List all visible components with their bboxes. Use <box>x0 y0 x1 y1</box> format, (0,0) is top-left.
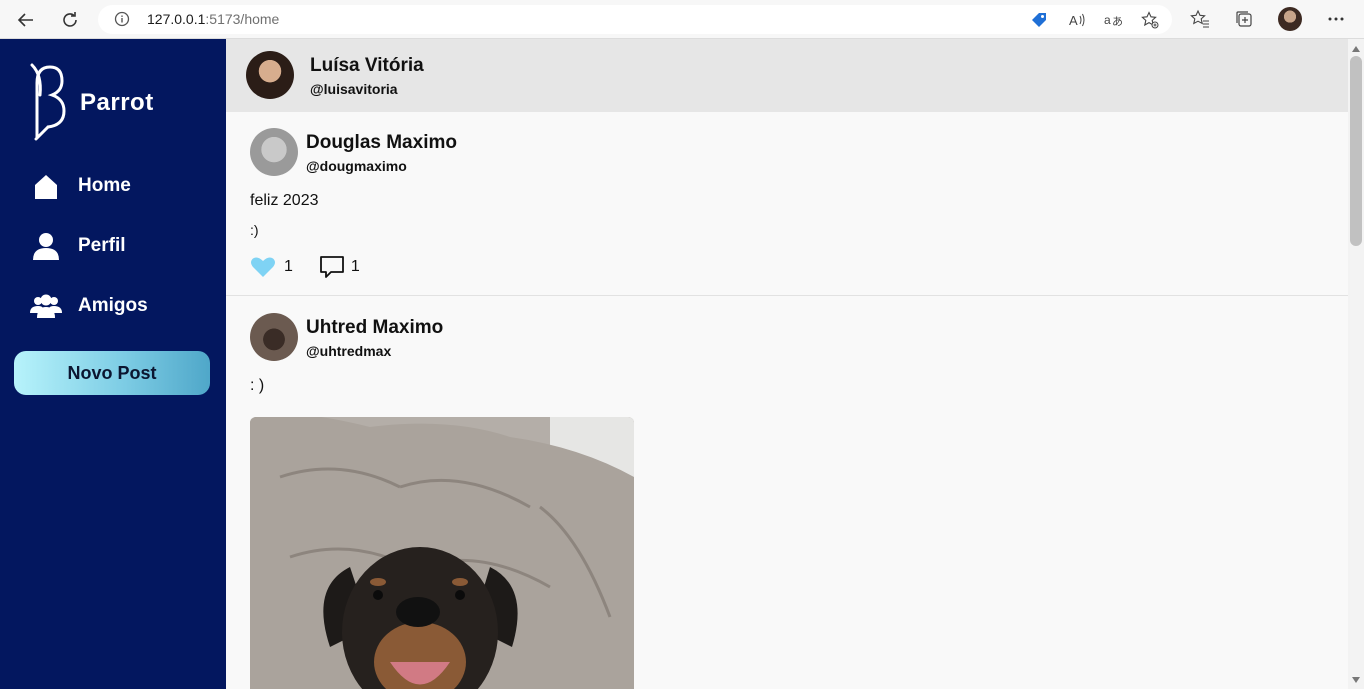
collections-icon[interactable] <box>1234 9 1254 29</box>
add-favorite-icon[interactable] <box>1141 11 1159 29</box>
current-user-handle: @luisavitoria <box>310 81 398 97</box>
address-bar[interactable]: 127.0.0.1:5173/home A aあ <box>98 5 1172 34</box>
profile-header: Luísa Vitória @luisavitoria <box>226 39 1348 112</box>
read-aloud-icon[interactable]: A <box>1068 11 1086 29</box>
coupon-tag-icon[interactable] <box>1030 11 1048 29</box>
heart-icon <box>251 257 275 277</box>
sidebar-item-label: Perfil <box>78 235 126 256</box>
user-icon <box>30 230 62 262</box>
post-author-name[interactable]: Uhtred Maximo <box>306 317 443 339</box>
svg-text:あ: あ <box>1112 15 1122 28</box>
sidebar-item-home[interactable]: Home <box>30 168 131 204</box>
more-options-icon[interactable] <box>1326 9 1346 29</box>
scrollbar-thumb[interactable] <box>1350 56 1362 246</box>
post-text-line: : ) <box>250 377 265 394</box>
sidebar-item-label: Amigos <box>78 295 148 316</box>
dog-photo-image <box>250 417 634 689</box>
back-button[interactable] <box>14 8 38 32</box>
reload-icon <box>63 12 77 27</box>
post-text-line: feliz 2023 <box>250 192 319 209</box>
avatar[interactable] <box>250 313 298 361</box>
new-post-button[interactable]: Novo Post <box>14 351 210 395</box>
browser-toolbar: 127.0.0.1:5173/home A aあ <box>0 0 1364 39</box>
post-card: Uhtred Maximo @uhtredmax : ) <box>226 297 1348 689</box>
scroll-up-arrow-icon[interactable] <box>1351 44 1361 54</box>
reload-button[interactable] <box>58 8 82 32</box>
favorites-icon[interactable] <box>1190 9 1210 29</box>
scroll-down-arrow-icon[interactable] <box>1351 675 1361 685</box>
post-image[interactable] <box>250 417 634 689</box>
sidebar-item-perfil[interactable]: Perfil <box>30 228 126 264</box>
brand-name: Parrot <box>80 89 154 116</box>
post-author-name[interactable]: Douglas Maximo <box>306 132 457 154</box>
home-icon <box>30 170 62 202</box>
svg-text:A: A <box>1069 13 1078 28</box>
like-count: 1 <box>284 258 293 275</box>
main-feed: Luísa Vitória @luisavitoria Douglas Maxi… <box>226 39 1348 689</box>
comment-count: 1 <box>350 258 360 275</box>
back-arrow-icon <box>17 13 33 27</box>
post-text-line: :) <box>250 222 259 238</box>
url-text: 127.0.0.1:5173/home <box>147 11 280 27</box>
avatar[interactable] <box>246 51 294 99</box>
users-icon <box>30 290 62 322</box>
post-actions: 1 1 <box>250 255 360 279</box>
sidebar-item-amigos[interactable]: Amigos <box>30 288 148 324</box>
svg-text:a: a <box>1104 13 1111 27</box>
parrot-logo-icon <box>30 63 66 141</box>
translate-icon[interactable]: aあ <box>1104 11 1122 29</box>
current-user-name: Luísa Vitória <box>310 55 424 76</box>
browser-profile-avatar[interactable] <box>1278 7 1302 31</box>
like-button[interactable]: 1 <box>250 256 293 278</box>
info-icon[interactable] <box>114 11 130 32</box>
comment-button[interactable]: 1 <box>319 255 360 279</box>
sidebar-item-label: Home <box>78 175 131 196</box>
post-card: Douglas Maximo @dougmaximo feliz 2023 :)… <box>226 112 1348 296</box>
post-author-handle[interactable]: @dougmaximo <box>306 158 407 174</box>
comment-icon <box>320 256 344 278</box>
avatar[interactable] <box>250 128 298 176</box>
post-author-handle[interactable]: @uhtredmax <box>306 343 391 359</box>
sidebar: Parrot Home Perfil Amigos Novo Post <box>0 39 226 689</box>
